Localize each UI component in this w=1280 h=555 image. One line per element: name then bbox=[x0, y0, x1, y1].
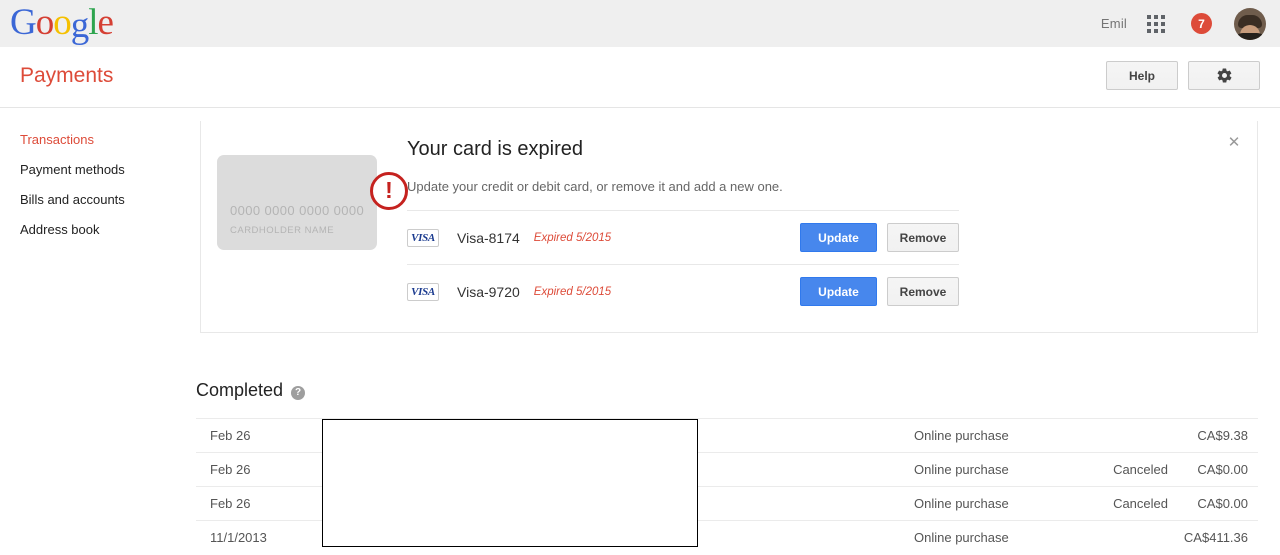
remove-button[interactable]: Remove bbox=[887, 223, 959, 252]
apps-grid-icon[interactable] bbox=[1147, 14, 1165, 33]
settings-button[interactable] bbox=[1188, 61, 1260, 90]
header-actions: Help bbox=[1106, 61, 1260, 90]
logo-letter-g1: G bbox=[10, 2, 37, 43]
update-button[interactable]: Update bbox=[800, 223, 877, 252]
help-button[interactable]: Help bbox=[1106, 61, 1178, 90]
cell-amount: CA$0.00 bbox=[1168, 452, 1258, 487]
alert-heading: Your card is expired bbox=[407, 138, 584, 160]
visa-icon: VISA bbox=[407, 282, 439, 301]
card-expiry: Expired 5/2015 bbox=[533, 285, 612, 298]
card-number-placeholder: 0000 0000 0000 0000 bbox=[230, 203, 365, 218]
card-label: Visa-9720 bbox=[457, 283, 520, 300]
logo-letter-l: l bbox=[88, 2, 98, 43]
expired-card-list: VISA Visa-8174 Expired 5/2015 Update Rem… bbox=[407, 210, 959, 318]
card-expiry: Expired 5/2015 bbox=[533, 231, 612, 244]
sidebar-item-address-book[interactable]: Address book bbox=[0, 215, 200, 245]
card-row: VISA Visa-8174 Expired 5/2015 Update Rem… bbox=[407, 210, 959, 264]
card-row: VISA Visa-9720 Expired 5/2015 Update Rem… bbox=[407, 264, 959, 318]
completed-label: Completed bbox=[196, 380, 284, 400]
sidebar-item-payment-methods[interactable]: Payment methods bbox=[0, 155, 200, 185]
cell-date: Feb 26 bbox=[196, 418, 322, 453]
gear-icon bbox=[1217, 68, 1231, 83]
avatar-shoulders bbox=[1234, 32, 1266, 40]
sidebar-item-bills-and-accounts[interactable]: Bills and accounts bbox=[0, 185, 200, 215]
logo-letter-o2: o bbox=[53, 2, 71, 43]
cell-type: Online purchase bbox=[914, 486, 1064, 521]
google-bar-right: Emil 7 bbox=[1101, 0, 1266, 47]
exclamation-circle-icon: ! bbox=[370, 172, 408, 210]
account-name[interactable]: Emil bbox=[1101, 16, 1147, 31]
visa-icon: VISA bbox=[407, 228, 439, 247]
cell-date: Feb 26 bbox=[196, 486, 322, 521]
redaction-overlay bbox=[322, 419, 698, 547]
cell-date: 11/1/2013 bbox=[196, 520, 322, 555]
cardholder-name-placeholder: CARDHOLDER NAME bbox=[230, 225, 335, 236]
close-icon[interactable]: ✕ bbox=[1226, 135, 1242, 151]
cell-status bbox=[1064, 520, 1168, 555]
cell-amount: CA$9.38 bbox=[1168, 418, 1258, 453]
cell-type: Online purchase bbox=[914, 418, 1064, 453]
page-title: Payments bbox=[20, 64, 114, 87]
expired-card-alert-panel: ✕ 0000 0000 0000 0000 CARDHOLDER NAME ! … bbox=[200, 121, 1258, 333]
cell-status: Canceled bbox=[1064, 486, 1168, 521]
remove-button[interactable]: Remove bbox=[887, 277, 959, 306]
cell-status: Canceled bbox=[1064, 452, 1168, 487]
cell-type: Online purchase bbox=[914, 452, 1064, 487]
completed-section-title: Completed ? bbox=[196, 380, 306, 401]
update-button[interactable]: Update bbox=[800, 277, 877, 306]
logo-letter-o1: o bbox=[35, 2, 54, 43]
cell-type: Online purchase bbox=[914, 520, 1064, 555]
cell-amount: CA$411.36 bbox=[1168, 520, 1258, 555]
avatar[interactable] bbox=[1234, 7, 1266, 40]
help-circle-icon[interactable]: ? bbox=[291, 385, 306, 400]
google-logo[interactable]: Google bbox=[10, 1, 114, 46]
cell-date: Feb 26 bbox=[196, 452, 322, 487]
credit-card-graphic: 0000 0000 0000 0000 CARDHOLDER NAME ! bbox=[217, 155, 408, 250]
card-label: Visa-8174 bbox=[457, 229, 520, 246]
page-header: Payments Help bbox=[0, 47, 1280, 108]
sidebar: Transactions Payment methods Bills and a… bbox=[0, 125, 200, 245]
sidebar-item-transactions[interactable]: Transactions bbox=[0, 125, 200, 155]
logo-letter-g2: g bbox=[70, 5, 89, 46]
logo-letter-e: e bbox=[97, 2, 114, 43]
cell-amount: CA$0.00 bbox=[1168, 486, 1258, 521]
card-row-actions: Update Remove bbox=[800, 223, 959, 252]
notification-badge[interactable]: 7 bbox=[1191, 13, 1212, 34]
alert-subtext: Update your credit or debit card, or rem… bbox=[407, 179, 783, 194]
google-bar: Google Emil 7 bbox=[0, 0, 1280, 47]
card-row-actions: Update Remove bbox=[800, 277, 959, 306]
cell-status bbox=[1064, 418, 1168, 453]
